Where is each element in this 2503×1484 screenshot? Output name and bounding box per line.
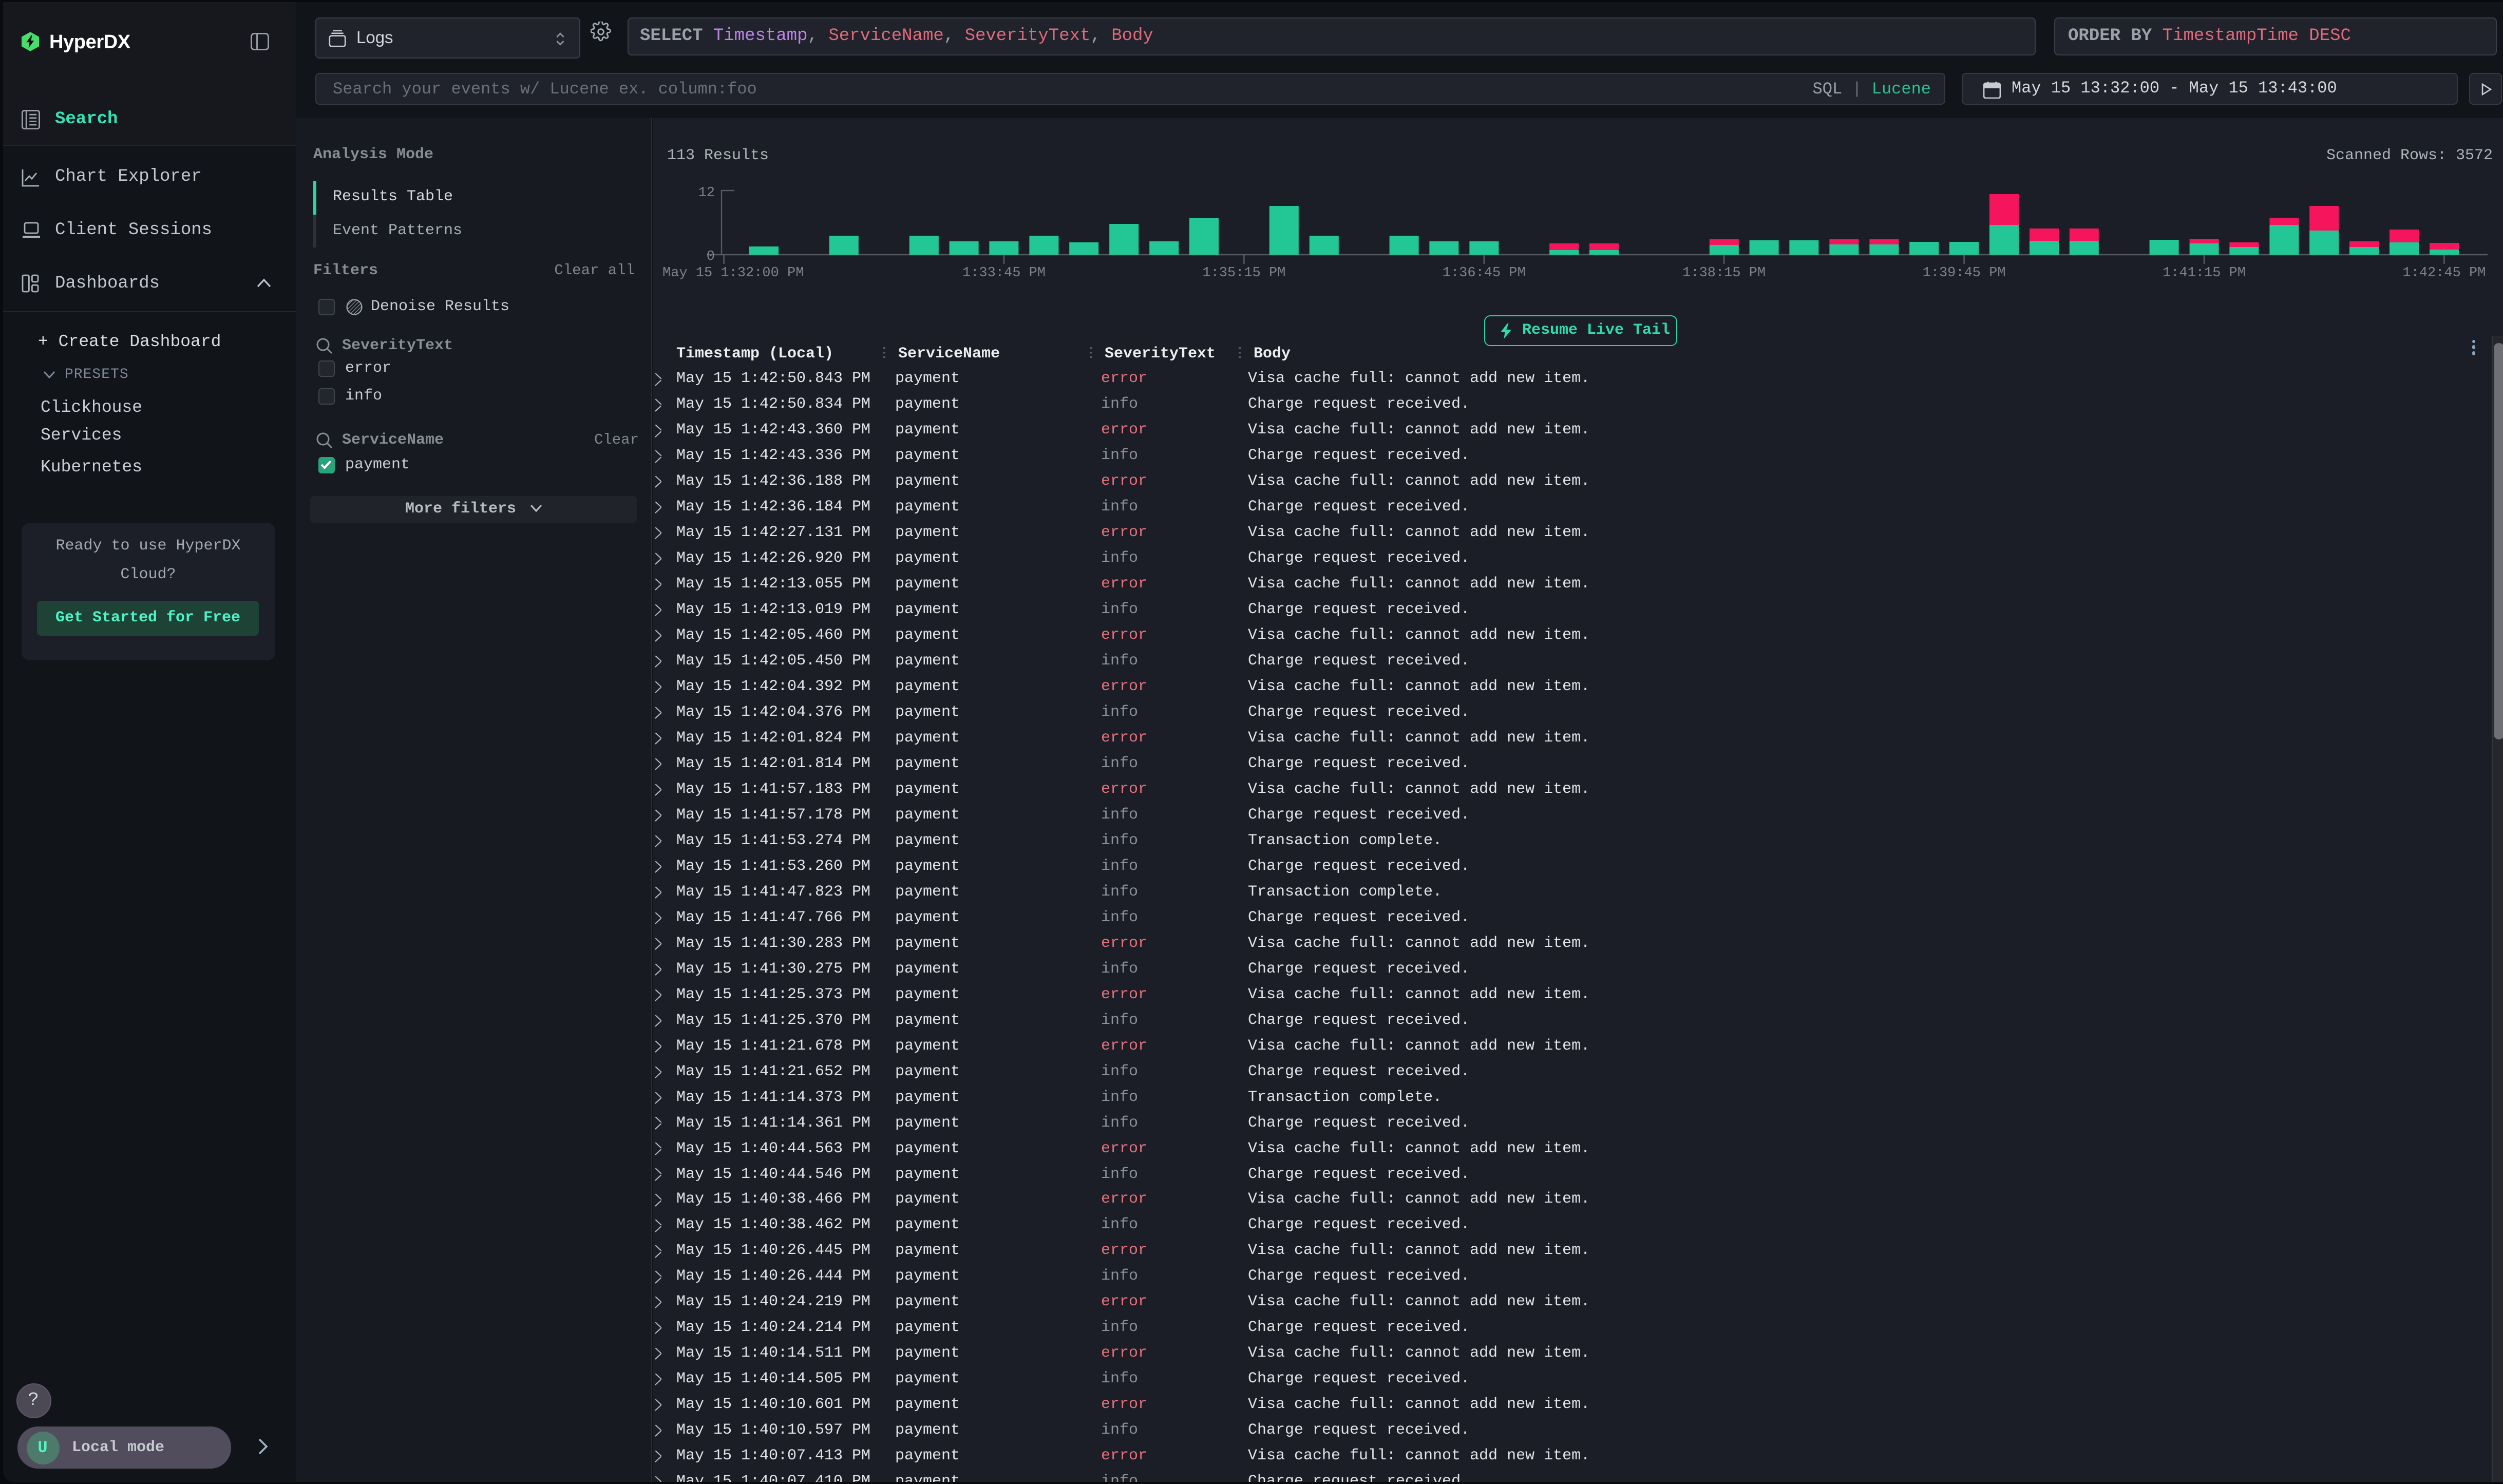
svg-text:1:35:15 PM: 1:35:15 PM [1202,265,1285,280]
svg-text:1:38:15 PM: 1:38:15 PM [1682,265,1766,280]
svg-text:1:42:45 PM: 1:42:45 PM [2402,265,2486,280]
svg-text:1:39:45 PM: 1:39:45 PM [1923,265,2006,280]
svg-text:12: 12 [698,185,715,200]
svg-text:1:36:45 PM: 1:36:45 PM [1443,265,1526,280]
svg-text:1:33:45 PM: 1:33:45 PM [962,265,1046,280]
svg-text:May 15 1:32:00 PM: May 15 1:32:00 PM [662,265,804,280]
svg-text:1:41:15 PM: 1:41:15 PM [2163,265,2246,280]
svg-text:0: 0 [707,249,715,264]
